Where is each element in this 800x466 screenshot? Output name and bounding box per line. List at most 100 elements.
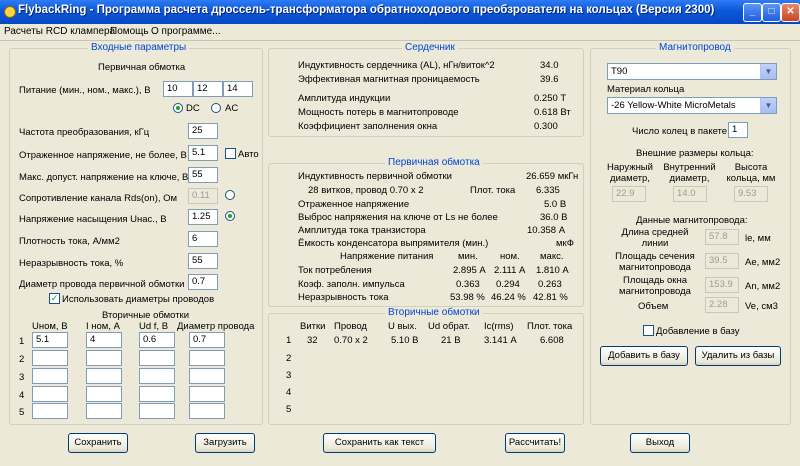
sec-row-num: 5 (19, 407, 25, 418)
sec-udf-input[interactable]: 0.6 (139, 332, 175, 348)
sec-udf-input[interactable] (139, 403, 175, 419)
mean-path-value: 57.8 (705, 229, 739, 245)
sec-row-num: 3 (19, 372, 25, 383)
use-wire-diameters-label: Использовать диаметры проводов (62, 294, 215, 305)
supply-nom-input[interactable]: 12 (193, 81, 223, 97)
primary-wire-diam-label: Диаметр провода первичной обмотки (19, 279, 185, 290)
minimize-button[interactable]: _ (743, 3, 762, 22)
sec-diam-input[interactable]: 0.7 (189, 332, 225, 348)
sec-unom-input[interactable] (32, 386, 68, 402)
sat-voltage-radio[interactable] (225, 211, 235, 221)
save-as-text-button[interactable]: Сохранить как текст (323, 433, 436, 453)
auto-checkbox[interactable] (225, 148, 236, 159)
add-to-db-checkbox[interactable] (643, 325, 654, 336)
continuity-nom: 46.24 % (491, 292, 526, 303)
save-button[interactable]: Сохранить (68, 433, 128, 453)
sec-inom-input[interactable] (86, 368, 122, 384)
use-wire-diameters-checkbox[interactable]: ✓ (49, 293, 60, 304)
sec-udf-input[interactable] (139, 386, 175, 402)
add-to-db-button[interactable]: Добавить в базу (600, 346, 688, 366)
duty-cycle-label: Коэф. заполн. импульса (298, 279, 405, 290)
sat-voltage-input[interactable]: 1.25 (188, 209, 218, 225)
app-icon (4, 6, 16, 18)
cross-section-label: Площадь сечения магнитопровода (615, 251, 695, 273)
core-fill-value: 0.300 (534, 121, 558, 132)
volume-value: 2.28 (705, 297, 739, 313)
sec-res-header-turns: Витки (300, 321, 326, 332)
secondary-windings-subtitle: Вторичные обмотки (102, 310, 190, 321)
freq-input[interactable]: 25 (188, 123, 218, 139)
auto-label: Авто (238, 149, 259, 160)
sec-res-row-num: 5 (286, 404, 292, 415)
supply-max-input[interactable]: 14 (223, 81, 253, 97)
sec-header-unom: Uном, В (32, 321, 68, 332)
ac-label: AC (225, 103, 239, 114)
header-max: макс. (540, 251, 564, 262)
sec-udf-input[interactable] (139, 368, 175, 384)
core-type-select[interactable]: T90 ▼ (607, 63, 777, 80)
sec-row-num: 2 (19, 354, 25, 365)
sec-diam-input[interactable] (189, 368, 225, 384)
sec-unom-input[interactable] (32, 368, 68, 384)
max-switch-voltage-input[interactable]: 55 (188, 167, 218, 183)
sec-diam-input[interactable] (189, 386, 225, 402)
supply-min-input[interactable]: 10 (163, 81, 193, 97)
menu-help[interactable]: Помощь (110, 26, 149, 37)
sec-unom-input[interactable] (32, 350, 68, 366)
sec-diam-input[interactable] (189, 403, 225, 419)
core-mu-value: 39.6 (540, 74, 559, 85)
sec-unom-input[interactable]: 5.1 (32, 332, 68, 348)
supply-voltage-header: Напряжение питания (340, 251, 434, 262)
title-bar: FlybackRing - Программа расчета дроссель… (0, 0, 800, 24)
primary-inductance-value: 26.659 мкГн (526, 171, 579, 182)
sec-res-wire: 0.70 x 2 (334, 335, 368, 346)
rds-input[interactable]: 0.11 (188, 188, 218, 204)
sec-res-header-density: Плот. тока (527, 321, 573, 332)
primary-density-label: Плот. тока (470, 185, 516, 196)
rings-count-input[interactable]: 1 (728, 122, 748, 138)
core-mu-label: Эффективная магнитная проницаемость (298, 74, 480, 85)
sec-unom-input[interactable] (32, 403, 68, 419)
magnetic-core-title: Магнитопровод (656, 42, 734, 53)
primary-wire-diam-input[interactable]: 0.7 (188, 274, 218, 290)
secondary-results-title: Вторичные обмотки (385, 307, 483, 318)
dc-radio[interactable] (173, 103, 183, 113)
sec-udf-input[interactable] (139, 350, 175, 366)
remove-from-db-button[interactable]: Удалить из базы (695, 346, 781, 366)
rings-count-label: Число колец в пакете (632, 126, 728, 137)
menu-rcd[interactable]: Расчеты RCD клампера (4, 26, 115, 37)
window-title: FlybackRing - Программа расчета дроссель… (18, 4, 715, 16)
material-select[interactable]: -26 Yellow-White MicroMetals ▼ (607, 97, 777, 114)
window-area-label: Площадь окна магнитопровода (619, 275, 691, 297)
window-area-value: 153.9 (705, 277, 739, 293)
primary-turns-label: 28 витков, провод 0.70 x 2 (308, 185, 424, 196)
sec-inom-input[interactable] (86, 403, 122, 419)
close-button[interactable]: ✕ (781, 3, 800, 22)
primary-results-title: Первичная обмотка (385, 157, 483, 168)
sec-diam-input[interactable] (189, 350, 225, 366)
supply-current-label: Ток потребления (298, 265, 372, 276)
core-type-value: T90 (611, 66, 628, 77)
supply-label: Питание (мин., ном., макс.), В (19, 85, 151, 96)
sec-inom-input[interactable]: 4 (86, 332, 122, 348)
maximize-button[interactable]: □ (762, 3, 781, 22)
sec-inom-input[interactable] (86, 386, 122, 402)
calculate-button[interactable]: Рассчитать! (505, 433, 565, 453)
ac-radio[interactable] (211, 103, 221, 113)
core-b-label: Амплитуда индукции (298, 93, 391, 104)
current-density-input[interactable]: 6 (188, 231, 218, 247)
continuity-input[interactable]: 55 (188, 253, 218, 269)
load-button[interactable]: Загрузить (195, 433, 255, 453)
reflected-voltage-input[interactable]: 5.1 (188, 145, 218, 161)
material-label: Материал кольца (607, 84, 685, 95)
chevron-down-icon[interactable]: ▼ (760, 64, 776, 79)
rds-radio[interactable] (225, 190, 235, 200)
menu-about[interactable]: О программе... (151, 26, 221, 37)
exit-button[interactable]: Выход (630, 433, 690, 453)
chevron-down-icon[interactable]: ▼ (760, 98, 776, 113)
reflected-voltage-result-value: 5.0 В (544, 199, 567, 210)
input-params-title: Входные параметры (88, 42, 190, 53)
primary-inductance-label: Индуктивность первичной обмотки (298, 171, 452, 182)
sec-inom-input[interactable] (86, 350, 122, 366)
sec-res-header-ud: Ud обрат. (428, 321, 470, 332)
